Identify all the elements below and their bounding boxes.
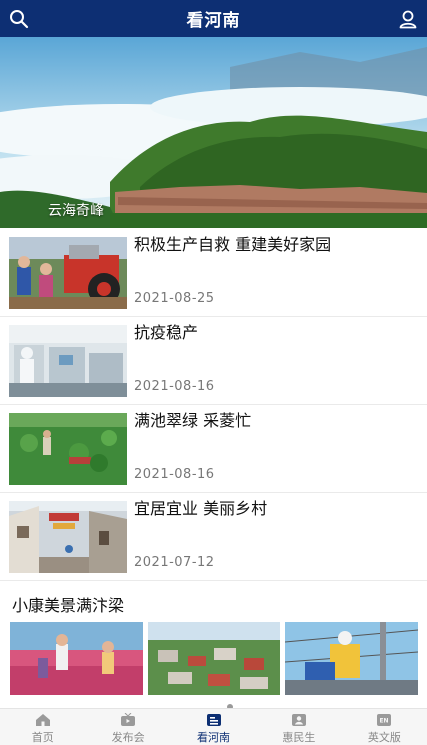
tab-label: 看河南	[197, 731, 231, 744]
news-icon	[205, 712, 223, 727]
news-thumbnail	[9, 325, 127, 397]
news-headline: 宜居宜业 美丽乡村	[134, 499, 268, 518]
tab-livelihood[interactable]: 惠民生	[256, 709, 341, 745]
home-icon	[34, 712, 52, 727]
page-title: 看河南	[186, 11, 241, 31]
tab-label: 英文版	[367, 731, 401, 744]
tab-label: 惠民生	[282, 731, 316, 744]
gallery-photo[interactable]	[285, 622, 419, 695]
tv-icon	[119, 712, 137, 727]
tab-english[interactable]: EN 英文版	[342, 709, 427, 745]
tab-label: 首页	[31, 731, 54, 744]
profile-button[interactable]	[395, 6, 421, 32]
news-date: 2021-07-12	[134, 555, 215, 570]
svg-text:EN: EN	[380, 717, 389, 724]
hero-banner[interactable]: 云海奇峰	[0, 37, 427, 228]
top-bar: 看河南	[0, 0, 427, 37]
news-list: 积极生产自救 重建美好家园 2021-08-25 抗疫稳产 2021-08-16	[0, 229, 427, 581]
photo-gallery	[10, 622, 419, 695]
search-icon	[10, 10, 29, 29]
tab-press[interactable]: 发布会	[85, 709, 170, 745]
search-button[interactable]	[6, 6, 32, 32]
news-item[interactable]: 抗疫稳产 2021-08-16	[0, 317, 427, 405]
hero-caption: 云海奇峰	[48, 203, 104, 219]
tab-henan[interactable]: 看河南	[171, 709, 256, 745]
user-icon	[399, 10, 417, 29]
tab-label: 发布会	[111, 731, 145, 744]
news-item[interactable]: 积极生产自救 重建美好家园 2021-08-25	[0, 229, 427, 317]
gallery-photo[interactable]	[147, 622, 281, 695]
news-thumbnail	[9, 237, 127, 309]
news-thumbnail	[9, 501, 127, 573]
news-date: 2021-08-25	[134, 291, 215, 306]
section-title: 小康美景满汴梁	[12, 596, 125, 615]
news-date: 2021-08-16	[134, 379, 215, 394]
gallery-photo[interactable]	[10, 622, 143, 695]
news-thumbnail	[9, 413, 127, 485]
news-headline: 抗疫稳产	[134, 323, 199, 342]
news-headline: 满池翠绿 采菱忙	[134, 411, 252, 430]
news-headline: 积极生产自救 重建美好家园	[134, 235, 332, 254]
bottom-tab-bar: 首页 发布会 看河南 惠民生 EN 英文版	[0, 708, 427, 745]
news-item[interactable]: 宜居宜业 美丽乡村 2021-07-12	[0, 493, 427, 581]
people-icon	[290, 712, 308, 727]
news-item[interactable]: 满池翠绿 采菱忙 2021-08-16	[0, 405, 427, 493]
tab-home[interactable]: 首页	[0, 709, 85, 745]
news-date: 2021-08-16	[134, 467, 215, 482]
en-icon: EN	[375, 712, 393, 727]
